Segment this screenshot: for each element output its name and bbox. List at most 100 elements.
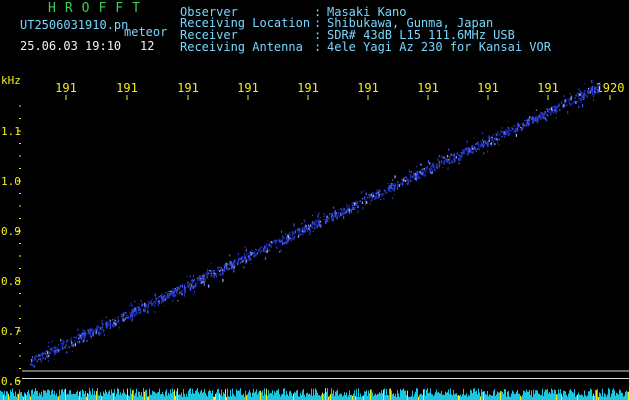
noise-bar xyxy=(252,392,253,400)
signal-pixel xyxy=(189,275,191,278)
signal-pixel xyxy=(144,308,146,312)
signal-pixel xyxy=(199,279,201,282)
noise-bar xyxy=(578,392,579,400)
signal-pixel xyxy=(304,226,306,230)
noise-bar xyxy=(4,390,5,400)
signal-pixel xyxy=(458,162,460,165)
signal-pixel xyxy=(156,298,158,299)
signal-pixel xyxy=(511,127,513,130)
signal-pixel xyxy=(214,274,216,276)
noise-bar xyxy=(498,392,499,400)
signal-pixel xyxy=(178,287,180,289)
signal-pixel xyxy=(598,89,600,93)
noise-bar xyxy=(547,389,548,400)
noise-bar xyxy=(87,393,88,400)
signal-pixel xyxy=(179,284,182,287)
signal-pixel xyxy=(347,204,350,206)
signal-pixel xyxy=(279,251,281,253)
signal-pixel xyxy=(382,194,384,196)
signal-pixel xyxy=(289,237,291,239)
signal-pixel xyxy=(251,250,253,252)
signal-pixel xyxy=(380,199,382,201)
signal-pixel xyxy=(583,92,585,96)
noise-bar xyxy=(114,389,115,400)
signal-pixel xyxy=(391,187,393,191)
signal-pixel xyxy=(559,109,561,112)
noise-bar xyxy=(557,393,558,400)
signal-pixel xyxy=(492,134,494,136)
signal-pixel xyxy=(273,241,275,243)
noise-bar xyxy=(276,390,277,400)
signal-pixel xyxy=(393,188,396,192)
noise-bar xyxy=(545,389,546,400)
signal-pixel xyxy=(436,163,438,167)
signal-pixel xyxy=(553,106,555,109)
signal-pixel xyxy=(114,320,116,322)
signal-pixel xyxy=(280,230,283,233)
noise-bar xyxy=(43,390,44,400)
signal-pixel xyxy=(186,286,188,288)
noise-bar xyxy=(254,392,255,400)
signal-pixel xyxy=(297,235,300,238)
signal-pixel xyxy=(387,188,389,190)
signal-pixel xyxy=(454,159,456,163)
signal-pixel xyxy=(451,160,453,164)
signal-pixel xyxy=(46,350,48,352)
signal-pixel xyxy=(268,249,270,252)
signal-pixel xyxy=(408,180,410,182)
noise-bar xyxy=(442,394,443,400)
noise-bar xyxy=(626,390,627,400)
noise-bar xyxy=(155,392,156,400)
noise-bar xyxy=(486,394,487,400)
signal-pixel xyxy=(39,354,41,357)
signal-pixel xyxy=(348,208,350,212)
signal-pixel xyxy=(48,354,50,357)
noise-bar xyxy=(446,392,447,400)
signal-pixel xyxy=(400,179,402,181)
signal-pixel xyxy=(577,95,579,97)
noise-bar xyxy=(326,391,327,400)
noise-bar xyxy=(150,394,151,400)
signal-pixel xyxy=(490,137,492,139)
signal-pixel xyxy=(271,241,273,244)
noise-bar xyxy=(479,392,480,400)
noise-bar xyxy=(40,394,41,400)
noise-bar xyxy=(49,390,50,400)
signal-pixel xyxy=(488,138,490,140)
signal-pixel xyxy=(593,99,595,102)
signal-pixel xyxy=(484,140,486,141)
noise-bar xyxy=(496,394,497,400)
noise-bar xyxy=(461,396,462,400)
noise-bar xyxy=(231,396,232,400)
noise-bar xyxy=(149,388,150,400)
noise-bar xyxy=(558,389,559,400)
signal-pixel xyxy=(68,345,70,349)
signal-pixel xyxy=(233,269,235,273)
signal-pixel xyxy=(430,166,432,168)
noise-bar xyxy=(591,389,592,400)
signal-pixel xyxy=(193,290,196,294)
signal-pixel xyxy=(325,222,327,224)
noise-bar xyxy=(30,396,31,400)
signal-pixel xyxy=(580,101,582,103)
signal-pixel xyxy=(203,283,205,287)
noise-bar xyxy=(134,395,135,400)
signal-pixel xyxy=(537,120,539,123)
noise-bar xyxy=(72,394,73,400)
signal-pixel xyxy=(455,156,457,159)
signal-pixel xyxy=(357,205,359,208)
signal-pixel xyxy=(204,277,206,281)
signal-pixel xyxy=(263,245,266,249)
signal-pixel xyxy=(275,241,277,243)
signal-pixel xyxy=(334,212,336,214)
signal-pixel xyxy=(210,270,212,273)
signal-pixel xyxy=(269,244,271,247)
signal-pixel xyxy=(194,282,196,284)
signal-pixel xyxy=(561,101,563,104)
signal-pixel xyxy=(594,90,596,92)
signal-pixel xyxy=(426,171,428,173)
noise-bar xyxy=(543,396,544,400)
noise-bar xyxy=(362,395,363,400)
noise-bar xyxy=(437,392,438,400)
signal-pixel xyxy=(319,220,321,223)
